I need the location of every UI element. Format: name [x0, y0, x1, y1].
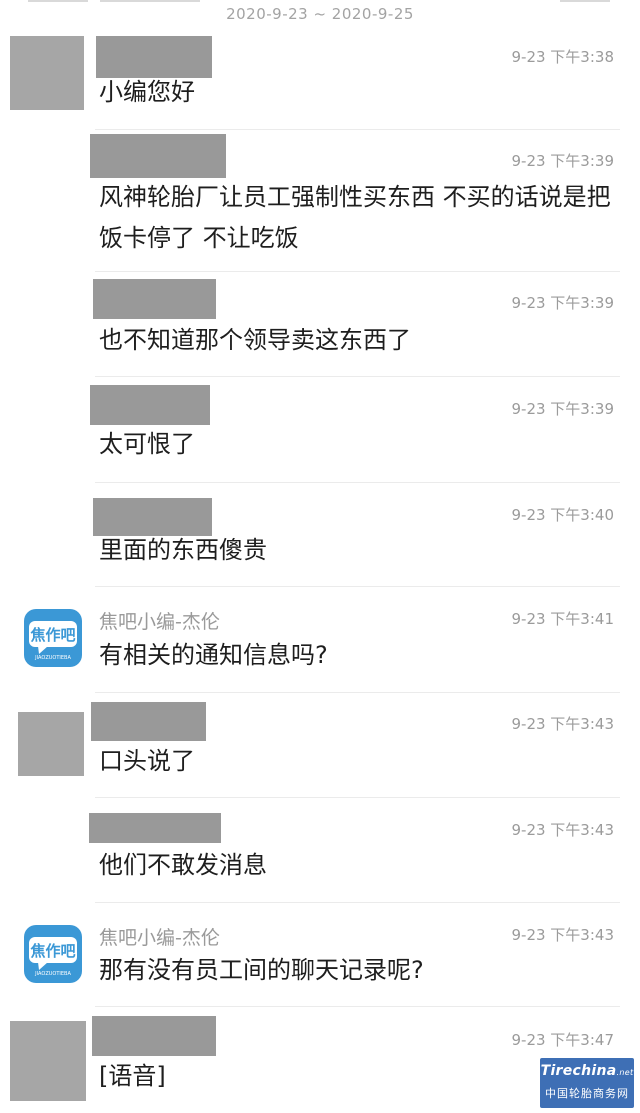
message-text: 里面的东西傻贵	[99, 536, 267, 564]
sender-name-redacted	[93, 279, 216, 319]
jiaoba-logo-icon: 焦作吧 JIAOZUOTIEBA	[24, 609, 82, 667]
message-time: 9-23 下午3:39	[511, 152, 615, 170]
message-time: 9-23 下午3:43	[511, 821, 615, 839]
message-time: 9-23 下午3:38	[511, 48, 615, 66]
logo-subtext: JIAOZUOTIEBA	[34, 971, 71, 977]
message-text: 有相关的通知信息吗?	[99, 641, 328, 669]
message-text: 也不知道那个领导卖这东西了	[99, 326, 411, 354]
message-time: 9-23 下午3:43	[511, 926, 615, 944]
logo-text: 焦作吧	[29, 942, 75, 960]
watermark-site-name: 中国轮胎商务网	[545, 1087, 629, 1100]
avatar-redacted	[10, 1021, 86, 1101]
sender-name-redacted	[89, 813, 221, 843]
sender-name-redacted	[90, 134, 226, 178]
message-text: 小编您好	[99, 78, 195, 106]
sender-name: 焦吧小编-杰伦	[99, 927, 220, 949]
sender-name-redacted	[90, 385, 210, 425]
sender-name: 焦吧小编-杰伦	[99, 611, 220, 633]
message-item[interactable]: 9-23 下午3:43 他们不敢发消息	[0, 798, 640, 903]
avatar-redacted	[10, 36, 84, 110]
logo-text: 焦作吧	[29, 626, 75, 644]
date-range-header: 2020-9-23 ~ 2020-9-25	[226, 5, 414, 23]
message-item[interactable]: 9-23 下午3:43 口头说了	[0, 693, 640, 798]
message-item[interactable]: 9-23 下午3:39 也不知道那个领导卖这东西了	[0, 272, 640, 377]
message-item[interactable]: 焦作吧 JIAOZUOTIEBA 焦吧小编-杰伦 9-23 下午3:41 有相关…	[0, 587, 640, 693]
message-item[interactable]: 焦作吧 JIAOZUOTIEBA 焦吧小编-杰伦 9-23 下午3:43 那有没…	[0, 903, 640, 1007]
message-time: 9-23 下午3:39	[511, 400, 615, 418]
sender-name-redacted	[91, 702, 206, 741]
message-item[interactable]: 9-23 下午3:39 太可恨了	[0, 377, 640, 483]
message-text: 那有没有员工间的聊天记录呢?	[99, 956, 424, 984]
message-text: [语音]	[99, 1062, 166, 1090]
message-item[interactable]: 9-23 下午3:39 风神轮胎厂让员工强制性买东西 不买的话说是把饭卡停了 不…	[0, 130, 640, 272]
sender-name-redacted	[92, 1016, 216, 1056]
message-text: 风神轮胎厂让员工强制性买东西 不买的话说是把饭卡停了 不让吃饭	[99, 183, 611, 252]
message-item[interactable]: 9-23 下午3:38 小编您好	[0, 28, 640, 130]
message-item[interactable]: 9-23 下午3:40 里面的东西傻贵	[0, 483, 640, 587]
message-text: 口头说了	[99, 747, 195, 775]
message-time: 9-23 下午3:41	[511, 610, 615, 628]
message-time: 9-23 下午3:43	[511, 715, 615, 733]
message-time: 9-23 下午3:39	[511, 294, 615, 312]
message-time: 9-23 下午3:47	[511, 1031, 615, 1049]
message-time: 9-23 下午3:40	[511, 506, 615, 524]
watermark-brand: Tirechina.net	[540, 1063, 634, 1079]
message-text: 太可恨了	[99, 430, 195, 458]
avatar-redacted	[18, 712, 84, 776]
tirechina-watermark: Tirechina.net 中国轮胎商务网	[540, 1058, 634, 1108]
message-text: 他们不敢发消息	[99, 851, 267, 879]
logo-subtext: JIAOZUOTIEBA	[34, 655, 71, 661]
jiaoba-logo-icon: 焦作吧 JIAOZUOTIEBA	[24, 925, 82, 983]
